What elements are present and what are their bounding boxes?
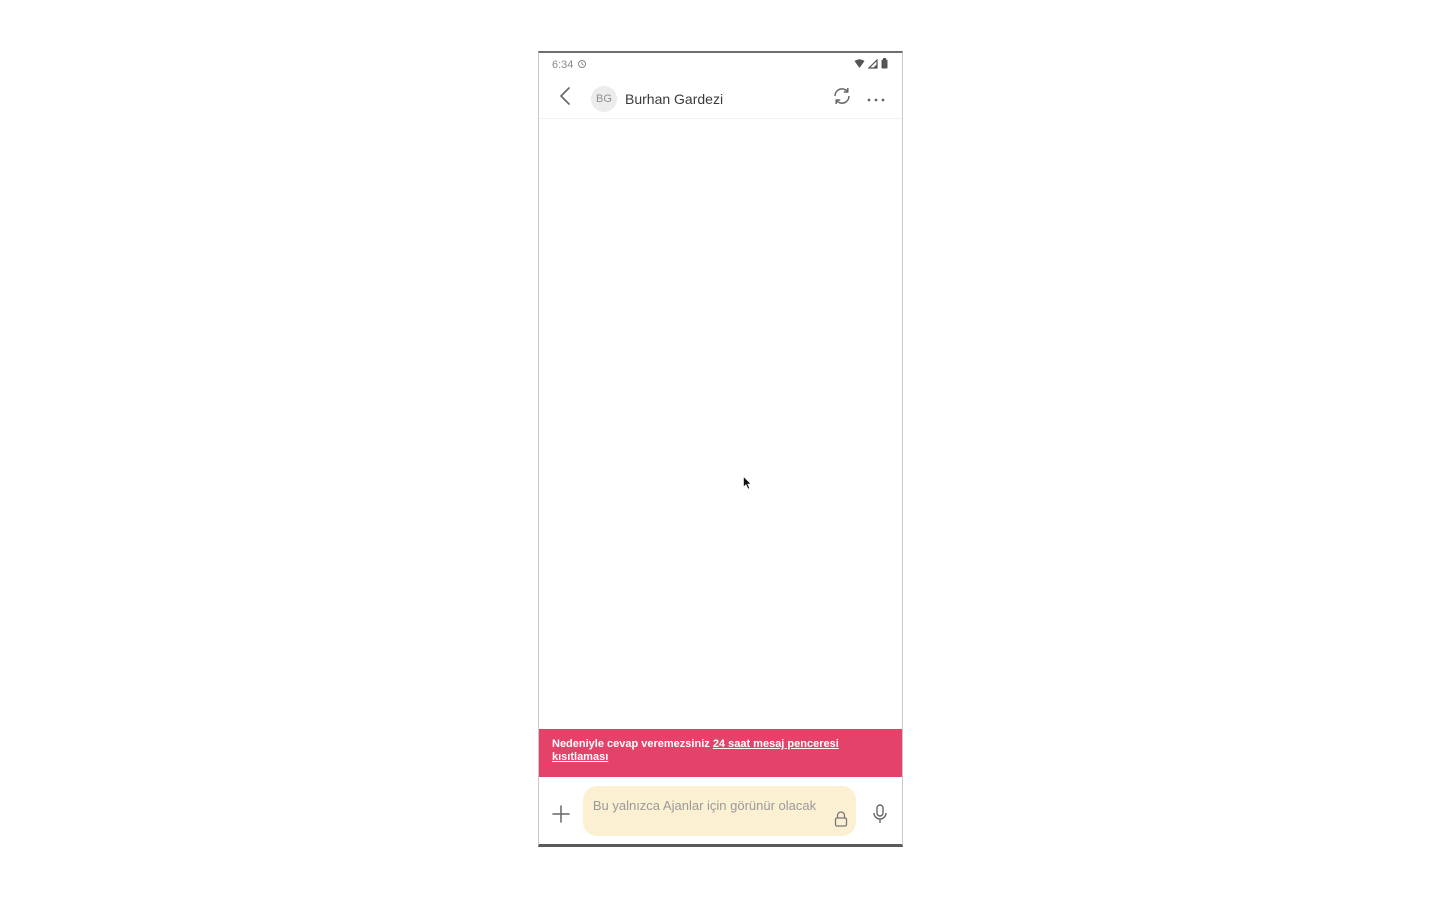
attach-button[interactable]: [549, 804, 573, 828]
chat-header: BG Burhan Gardezi: [539, 79, 902, 119]
refresh-button[interactable]: [828, 85, 856, 113]
status-left: 6:34: [552, 59, 587, 72]
contact-name[interactable]: Burhan Gardezi: [625, 91, 822, 107]
battery-icon: [881, 58, 888, 72]
message-input[interactable]: Bu yalnızca Ajanlar için görünür olacak: [582, 786, 857, 836]
refresh-icon: [831, 85, 853, 112]
avatar[interactable]: BG: [591, 85, 617, 112]
status-time: 6:34: [552, 59, 574, 71]
microphone-button[interactable]: [868, 803, 892, 829]
message-list[interactable]: [539, 120, 902, 730]
back-button[interactable]: [553, 87, 577, 111]
lock-icon: [832, 810, 850, 828]
signal-icon: [867, 58, 878, 72]
reply-restriction-banner: Nedeniyle cevap veremezsiniz 24 saat mes…: [539, 729, 902, 777]
wifi-icon: [854, 58, 865, 72]
sync-status-icon: [577, 59, 587, 72]
more-options-icon: [866, 90, 886, 108]
mouse-cursor-icon: [743, 475, 752, 495]
microphone-icon: [872, 803, 888, 829]
back-arrow-icon: [559, 87, 571, 110]
message-input-placeholder: Bu yalnızca Ajanlar için görünür olacak: [592, 798, 817, 813]
status-right: [854, 58, 888, 72]
phone-screen: 6:34 BG Burhan Gardezi Nedeniyle cevap v…: [538, 51, 903, 847]
more-options-button[interactable]: [862, 85, 890, 113]
message-composer: Bu yalnızca Ajanlar için görünür olacak: [539, 785, 902, 837]
plus-icon: [552, 804, 570, 828]
banner-text: Nedeniyle cevap veremezsiniz: [552, 738, 713, 750]
status-bar: 6:34: [539, 53, 902, 77]
